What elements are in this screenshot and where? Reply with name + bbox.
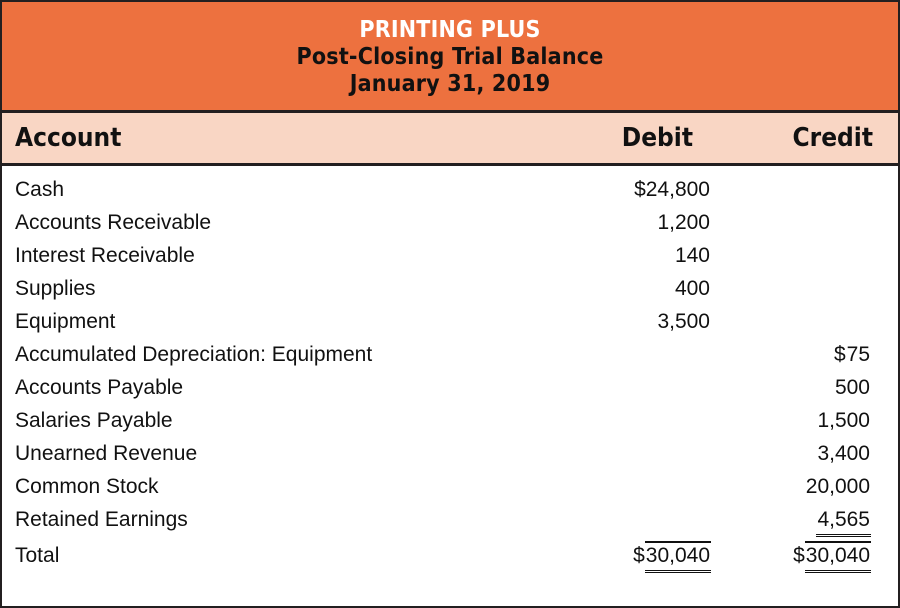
table-row: Interest Receivable 140: [2, 244, 898, 277]
account-name: Interest Receivable: [15, 244, 195, 267]
account-name: Accumulated Depreciation: Equipment: [15, 343, 373, 366]
account-name: Common Stock: [15, 475, 159, 498]
account-name: Unearned Revenue: [15, 442, 198, 465]
table-row: Accumulated Depreciation: Equipment $75: [2, 343, 898, 376]
statement-title-band: PRINTING PLUS Post-Closing Trial Balance…: [2, 2, 898, 113]
column-header-account: Account: [15, 123, 122, 153]
currency-symbol: $: [833, 343, 846, 366]
trial-balance-rows: Cash $24,800 Accounts Receivable 1,200 Inter…: [2, 166, 898, 574]
statement-period: January 31, 2019: [349, 70, 551, 97]
account-name: Equipment: [15, 310, 116, 333]
table-row: Cash $24,800: [2, 178, 898, 211]
account-name: Accounts Receivable: [15, 211, 212, 234]
credit-amount: $75: [711, 343, 898, 367]
total-label: Total: [15, 544, 60, 567]
total-credit-value: 30,040: [804, 541, 871, 573]
column-header-row: Account Debit Credit: [2, 113, 898, 166]
total-credit-amount: $30,040: [711, 541, 898, 573]
credit-amount: 1,500: [711, 409, 898, 433]
debit-value: 400: [674, 277, 710, 300]
statement-name: Post-Closing Trial Balance: [296, 43, 604, 70]
company-name: PRINTING PLUS: [359, 16, 541, 43]
table-row: Accounts Receivable 1,200: [2, 211, 898, 244]
credit-amount: 3,400: [711, 442, 898, 466]
table-row: Retained Earnings 4,565: [2, 508, 898, 541]
table-row: Common Stock 20,000: [2, 475, 898, 508]
debit-value: 3,500: [657, 310, 710, 333]
table-row: Equipment 3,500: [2, 310, 898, 343]
debit-value: $24,800: [634, 178, 710, 201]
account-name: Retained Earnings: [15, 508, 188, 531]
currency-symbol: $: [793, 544, 805, 567]
account-name: Salaries Payable: [15, 409, 173, 432]
credit-amount: 500: [711, 376, 898, 400]
debit-amount: $24,800: [481, 178, 711, 202]
credit-amount: 4,565: [711, 508, 898, 537]
debit-amount: 140: [481, 244, 711, 268]
debit-amount: 1,200: [481, 211, 711, 235]
total-debit-value: 30,040: [644, 541, 711, 573]
debit-value: 1,200: [657, 211, 710, 234]
credit-value: 500: [834, 376, 870, 399]
credit-amount: 20,000: [711, 475, 898, 499]
column-header-debit: Debit: [621, 123, 693, 153]
credit-value: 20,000: [805, 475, 870, 498]
credit-value: 75: [846, 343, 870, 366]
credit-value: 1,500: [817, 409, 870, 432]
account-name: Cash: [15, 178, 65, 201]
debit-value: 140: [674, 244, 710, 267]
currency-symbol: $: [633, 544, 645, 567]
debit-amount: 400: [481, 277, 711, 301]
table-row: Supplies 400: [2, 277, 898, 310]
column-header-credit: Credit: [792, 123, 873, 153]
account-name: Supplies: [15, 277, 96, 300]
table-row: Unearned Revenue 3,400: [2, 442, 898, 475]
table-row: Accounts Payable 500: [2, 376, 898, 409]
table-row: Salaries Payable 1,500: [2, 409, 898, 442]
credit-value: 3,400: [817, 442, 870, 465]
debit-amount: 3,500: [481, 310, 711, 334]
credit-value: 4,565: [816, 508, 871, 537]
total-debit-amount: $30,040: [481, 541, 711, 573]
trial-balance-sheet: PRINTING PLUS Post-Closing Trial Balance…: [0, 0, 900, 608]
total-row: Total $30,040 $30,040: [2, 541, 898, 574]
account-name: Accounts Payable: [15, 376, 184, 399]
